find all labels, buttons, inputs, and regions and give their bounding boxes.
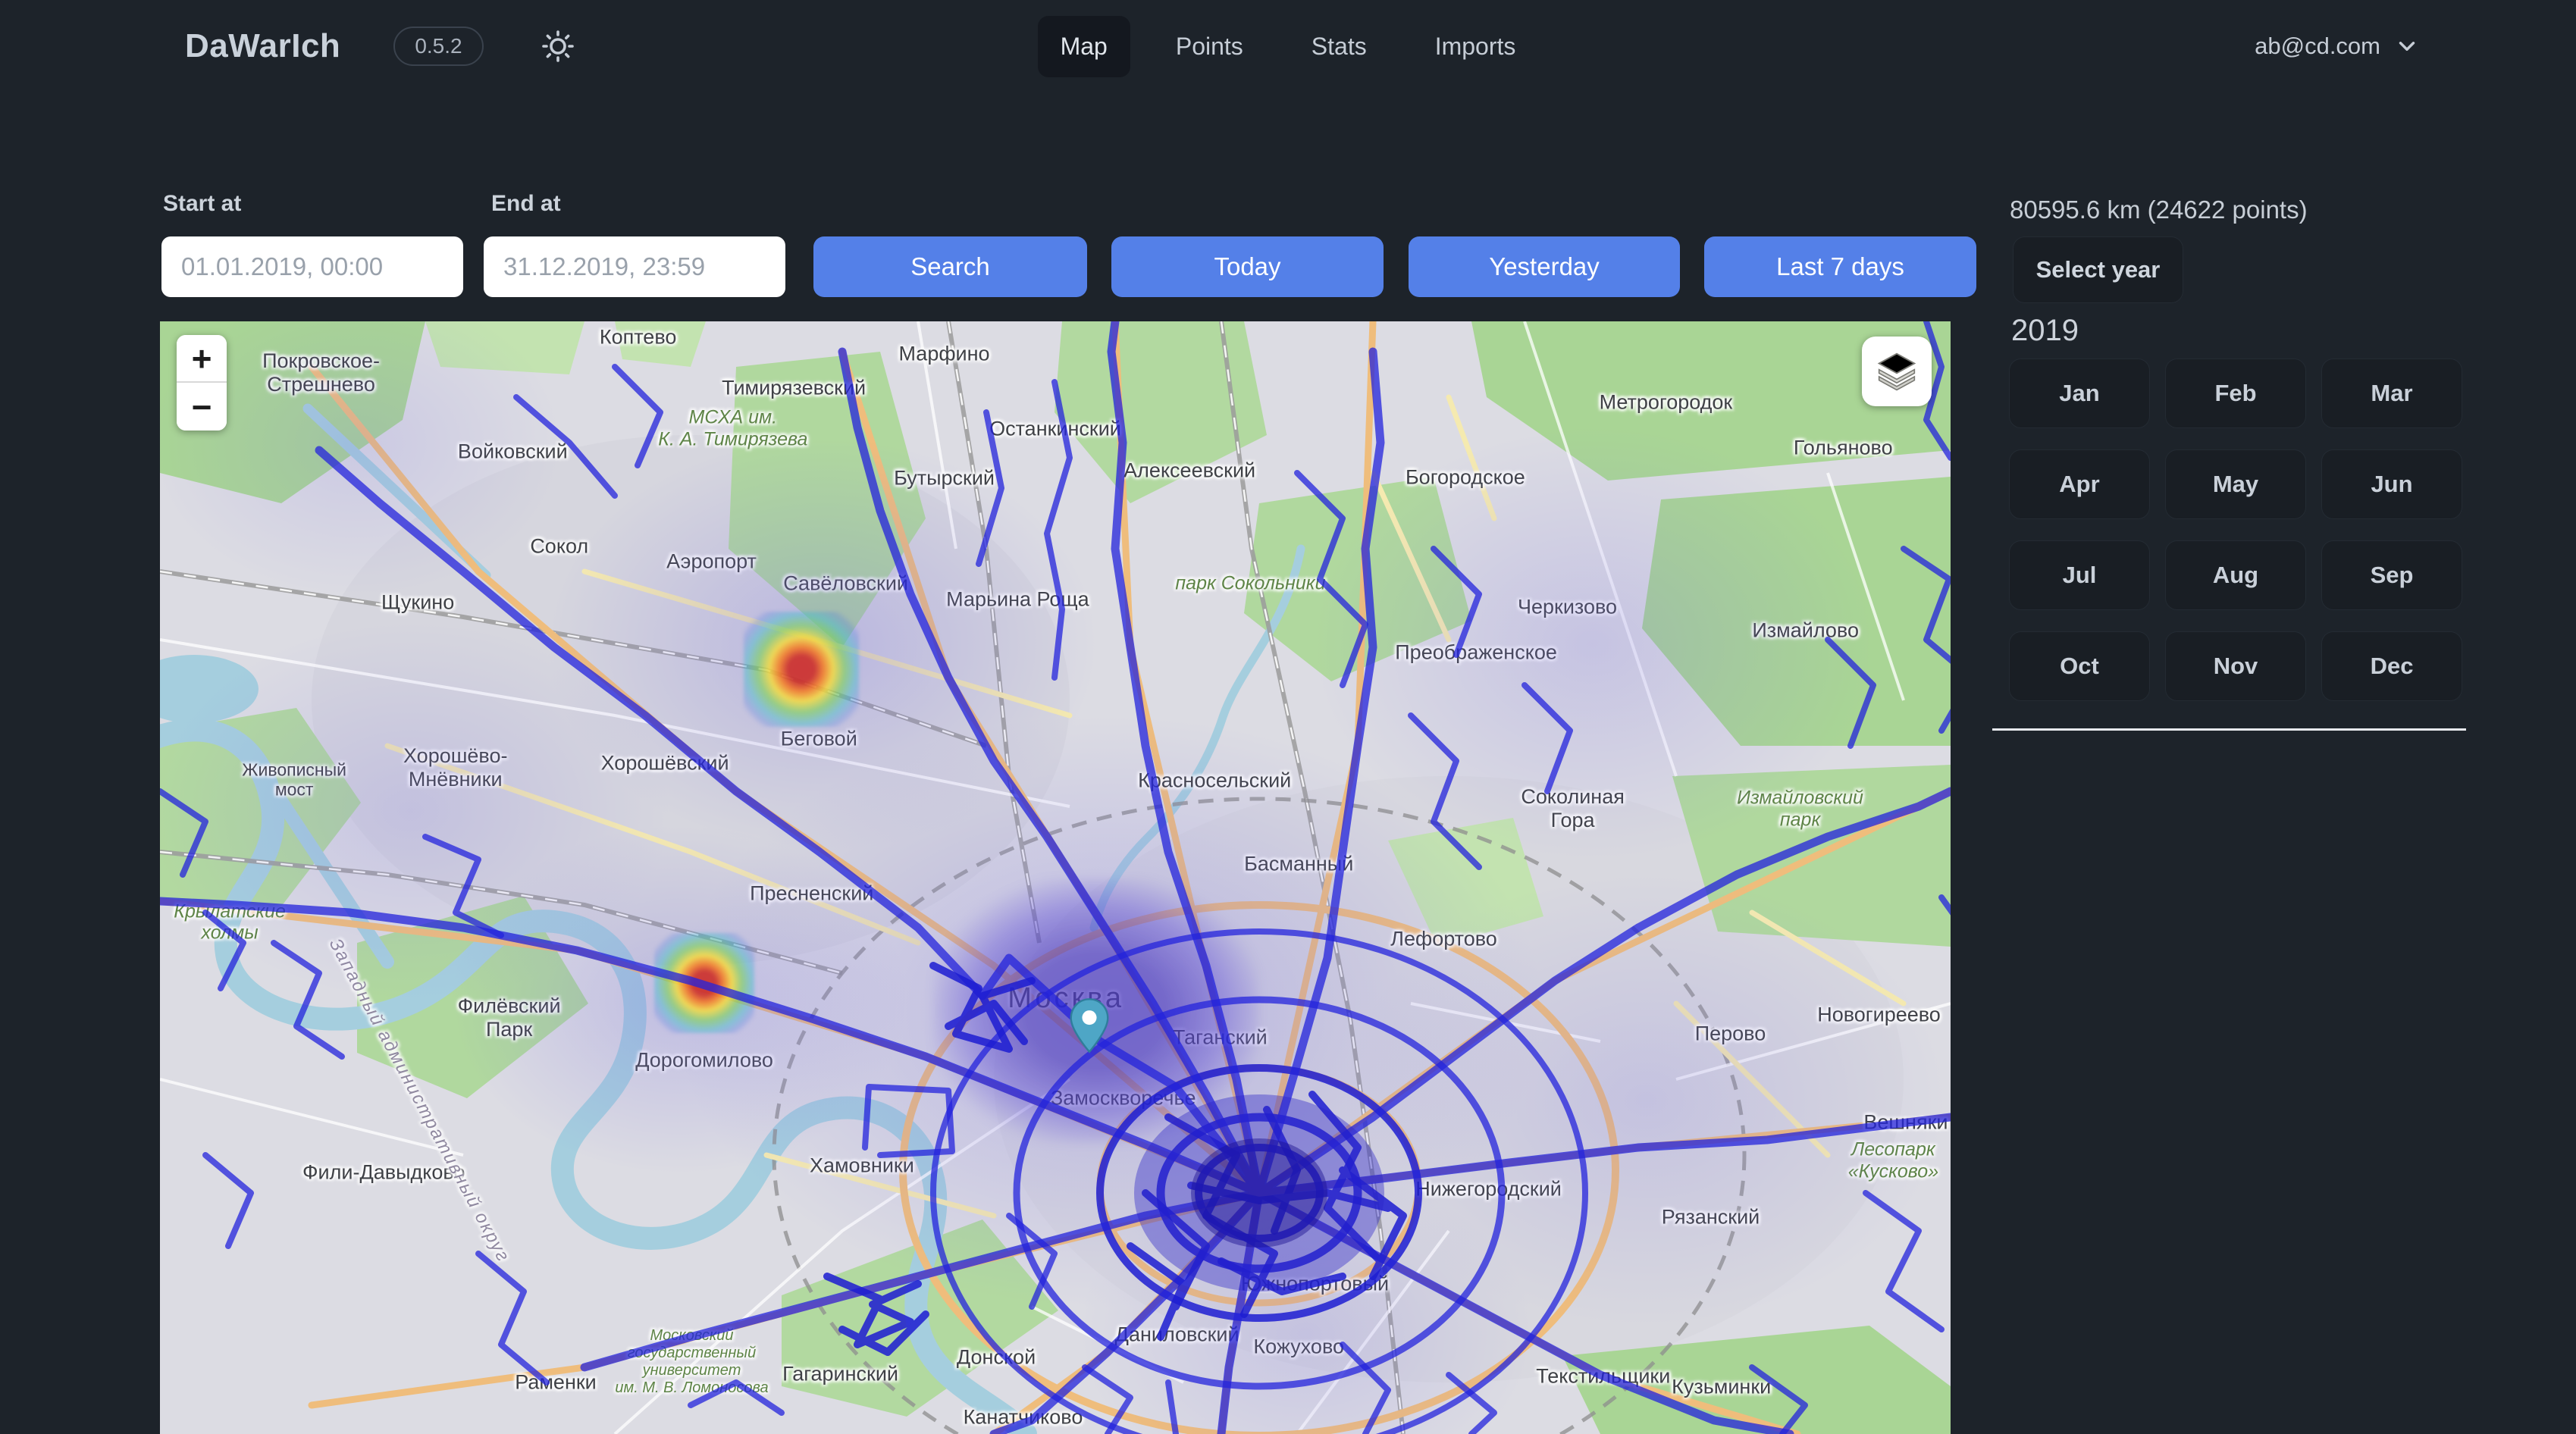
month-button-jun[interactable]: Jun [2321,449,2462,519]
map-canvas[interactable]: КоптевоПокровское- СтрешневоТимирязевски… [160,321,1951,1434]
tab-imports[interactable]: Imports [1412,16,1539,77]
tab-points[interactable]: Points [1153,16,1266,77]
month-button-aug[interactable]: Aug [2165,540,2306,610]
distance-stats: 80595.6 km (24622 points) [2010,196,2308,224]
tab-map[interactable]: Map [1038,16,1130,77]
brand: DaWarIch 0.5.2 [185,0,579,92]
search-button[interactable]: Search [813,236,1087,297]
app-logo[interactable]: DaWarIch [185,27,340,65]
start-date-input[interactable] [161,236,463,297]
layers-control[interactable] [1862,337,1932,406]
version-badge: 0.5.2 [393,27,483,66]
month-button-nov[interactable]: Nov [2165,631,2306,701]
end-at-label: End at [491,191,561,217]
navbar: Map Points Stats Imports DaWarIch 0.5.2 … [0,0,2576,92]
chevron-down-icon [2394,33,2420,59]
zoom-in-button[interactable]: + [177,335,227,383]
month-button-sep[interactable]: Sep [2321,540,2462,610]
month-button-jul[interactable]: Jul [2009,540,2150,610]
map-zoom-control: + − [177,335,227,431]
month-button-may[interactable]: May [2165,449,2306,519]
month-button-feb[interactable]: Feb [2165,358,2306,428]
month-button-apr[interactable]: Apr [2009,449,2150,519]
user-menu[interactable]: ab@cd.com [2255,0,2420,92]
user-email: ab@cd.com [2255,33,2380,60]
last-7-days-button[interactable]: Last 7 days [1704,236,1976,297]
layers-icon [1876,350,1918,393]
month-button-oct[interactable]: Oct [2009,631,2150,701]
gps-tracks [160,321,1951,1434]
theme-toggle[interactable] [537,25,579,67]
select-year-button[interactable]: Select year [2013,236,2183,303]
tab-stats[interactable]: Stats [1289,16,1390,77]
end-date-input[interactable] [484,236,785,297]
year-heading: 2019 [2011,314,2079,348]
month-button-dec[interactable]: Dec [2321,631,2462,701]
yesterday-button[interactable]: Yesterday [1409,236,1680,297]
start-at-label: Start at [163,191,241,217]
sun-icon [540,28,576,64]
month-button-mar[interactable]: Mar [2321,358,2462,428]
month-button-jan[interactable]: Jan [2009,358,2150,428]
today-button[interactable]: Today [1111,236,1384,297]
sidebar-divider [1992,728,2466,731]
zoom-out-button[interactable]: − [177,383,227,431]
month-grid: JanFebMar AprMayJun JulAugSep OctNovDec [2009,358,2464,701]
